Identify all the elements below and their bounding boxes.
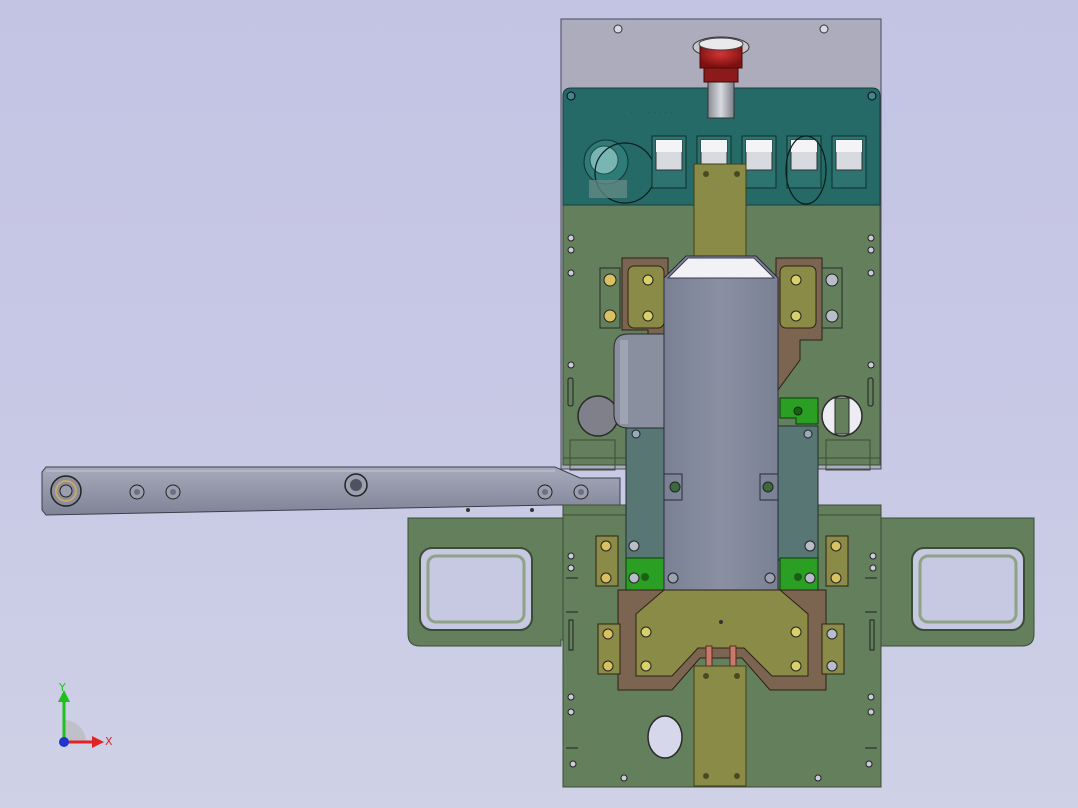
svg-text:. . . . . . . .: . . . . . . . . [630,106,673,116]
top-slider-bar[interactable] [693,163,747,269]
z-axis-dot [59,737,69,747]
left-shroud[interactable] [613,333,665,429]
left-arm[interactable] [41,466,621,516]
assembly-model[interactable]: . . . . . . . . [0,0,1078,808]
switch-1[interactable] [651,135,687,189]
model-viewport[interactable]: . . . . . . . . Y X [0,0,1078,808]
left-side-block[interactable] [625,427,667,561]
switch-3[interactable] [741,135,777,189]
x-axis-label: X [105,735,113,748]
left-handle-slot [419,547,533,631]
bottom-slider-bar[interactable] [693,665,747,787]
oval-slot [647,715,683,759]
switch-5[interactable] [831,135,867,189]
right-side-block[interactable] [777,425,819,561]
right-handle-slot [911,547,1025,631]
y-axis-label: Y [58,681,66,694]
center-block[interactable] [663,255,779,591]
axis-triad: Y X [58,681,113,748]
